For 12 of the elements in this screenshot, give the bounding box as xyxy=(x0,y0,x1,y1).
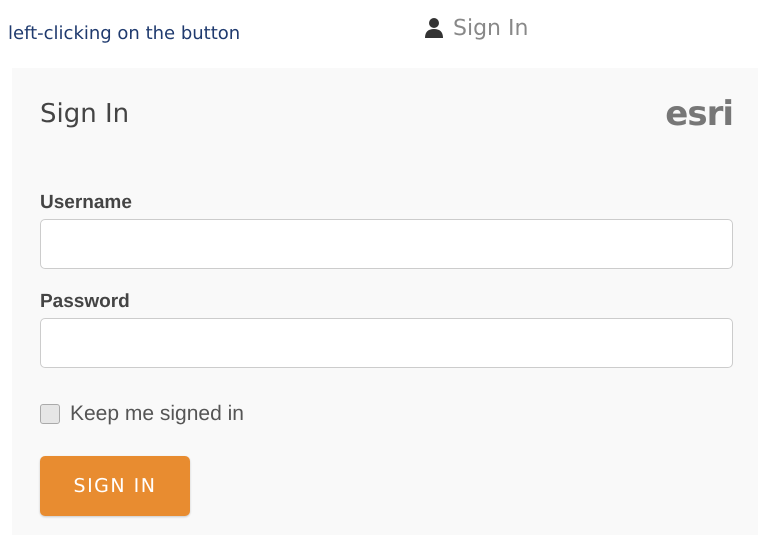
field-label: Username xyxy=(40,192,133,214)
checkbox[interactable] xyxy=(40,404,60,424)
sign-in-link[interactable]: Sign In xyxy=(425,16,528,40)
caption-text: left-clicking on the button xyxy=(8,22,242,44)
user-icon xyxy=(425,18,443,38)
sign-in-button[interactable]: SIGN IN xyxy=(40,456,190,516)
checkbox-label: Keep me signed in xyxy=(70,402,244,426)
field-label: Password xyxy=(40,291,131,313)
logo: esri xyxy=(665,94,733,134)
dialog-title: Sign In xyxy=(40,99,130,129)
input-field[interactable] xyxy=(40,318,733,368)
input-field[interactable] xyxy=(40,219,733,269)
